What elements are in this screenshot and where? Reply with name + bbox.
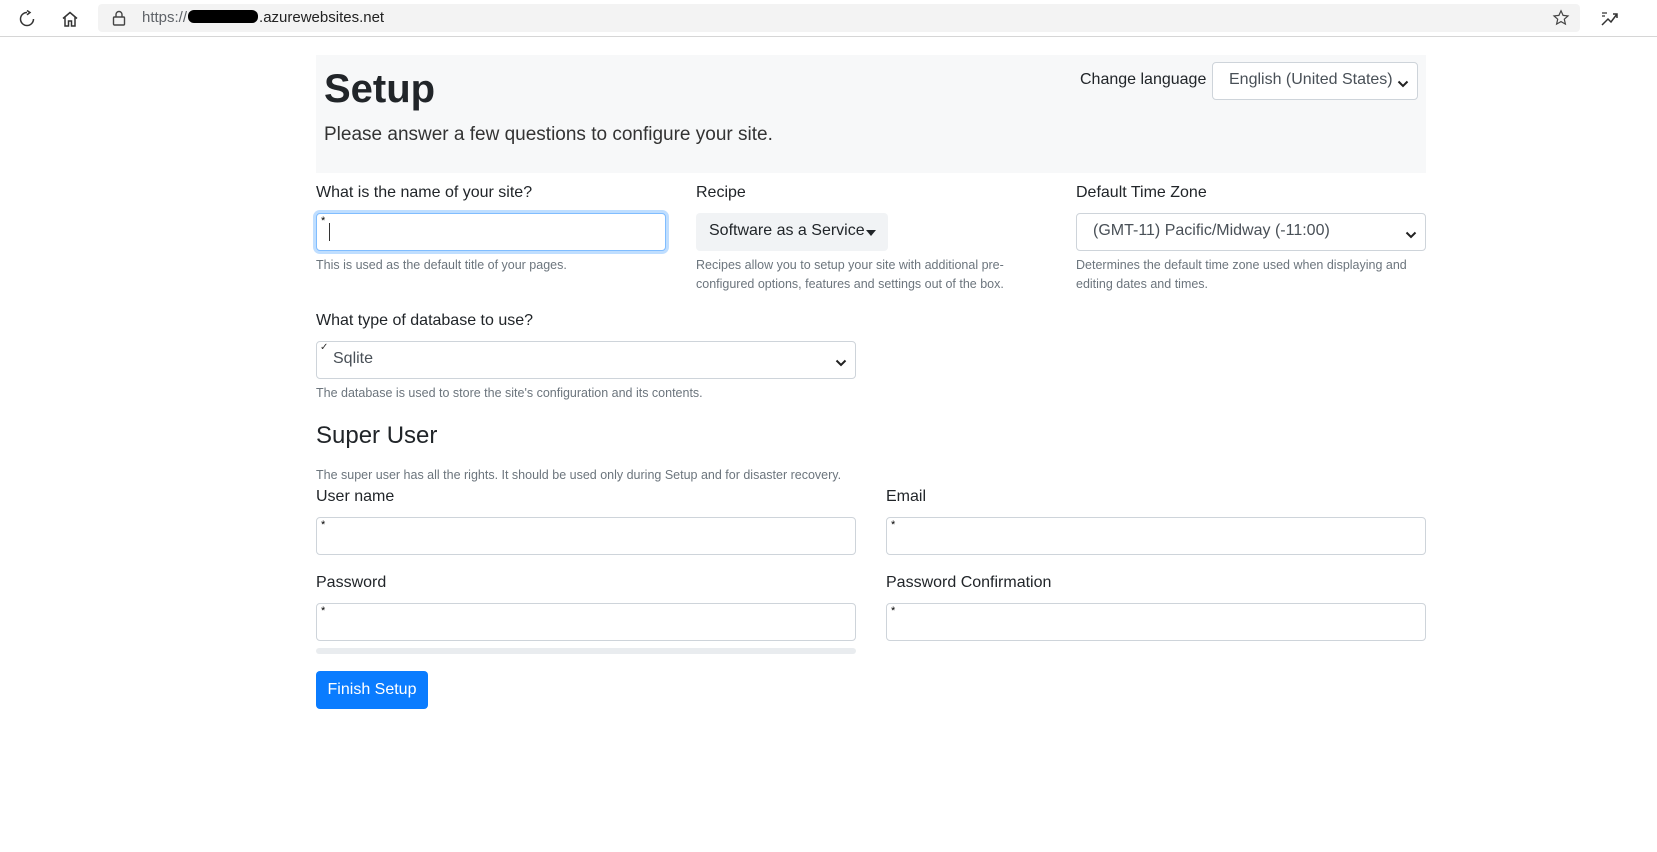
redacted-subdomain — [188, 10, 259, 23]
language-select[interactable]: English (United States) — [1212, 62, 1418, 100]
username-label: User name — [316, 488, 395, 505]
site-name-help: This is used as the default title of you… — [316, 258, 567, 272]
timezone-help: Determines the default time zone used wh… — [1076, 258, 1407, 291]
text-caret — [329, 223, 330, 241]
database-select-value: Sqlite — [333, 350, 374, 367]
star-icon[interactable] — [1552, 9, 1570, 32]
finish-setup-button[interactable]: Finish Setup — [316, 671, 428, 709]
timezone-label: Default Time Zone — [1076, 184, 1207, 201]
page-title: Setup — [324, 67, 436, 111]
recipe-dropdown-button[interactable]: Software as a Service — [696, 213, 888, 251]
timezone-select-value: (GMT-11) Pacific/Midway (-11:00) — [1093, 222, 1330, 239]
url-protocol: https:// — [142, 9, 188, 26]
username-input[interactable]: * — [316, 517, 856, 555]
caret-down-icon — [866, 230, 876, 236]
password-label: Password — [316, 574, 387, 591]
url-text: https:// .azurewebsites.net — [142, 9, 384, 26]
site-name-input[interactable]: * — [316, 213, 666, 251]
lock-icon — [112, 10, 126, 31]
setup-header: Setup Please answer a few questions to c… — [316, 55, 1426, 173]
language-select-value: English (United States) — [1229, 71, 1393, 88]
address-bar[interactable]: https:// .azurewebsites.net — [98, 4, 1580, 32]
password-strength-meter — [316, 648, 856, 654]
database-select[interactable]: ✓ Sqlite — [316, 341, 856, 379]
email-label: Email — [886, 488, 927, 505]
required-marker: * — [321, 605, 326, 617]
url-domain: .azurewebsites.net — [259, 9, 385, 26]
recipe-help: Recipes allow you to setup your site wit… — [696, 258, 1004, 291]
required-marker: * — [321, 519, 326, 531]
chevron-down-icon — [1397, 76, 1409, 94]
required-marker: * — [891, 519, 896, 531]
password-confirmation-input[interactable]: * — [886, 603, 1426, 641]
extensions-icon[interactable] — [1597, 6, 1623, 32]
language-label: Change language — [1080, 71, 1207, 88]
password-input[interactable]: * — [316, 603, 856, 641]
recipe-label: Recipe — [696, 184, 746, 201]
timezone-select[interactable]: (GMT-11) Pacific/Midway (-11:00) — [1076, 213, 1426, 251]
email-input[interactable]: * — [886, 517, 1426, 555]
site-name-label: What is the name of your site? — [316, 184, 533, 201]
password-confirmation-label: Password Confirmation — [886, 574, 1052, 591]
super-user-title: Super User — [316, 422, 438, 449]
database-help: The database is used to store the site's… — [316, 386, 703, 400]
database-label: What type of database to use? — [316, 312, 534, 329]
required-marker: * — [321, 215, 326, 227]
chevron-down-icon — [835, 355, 847, 373]
super-user-help: The super user has all the rights. It sh… — [316, 468, 842, 482]
recipe-button-label: Software as a Service — [709, 222, 865, 239]
required-marker: * — [891, 605, 896, 617]
page-lead: Please answer a few questions to configu… — [324, 124, 773, 145]
valid-check-icon: ✓ — [320, 342, 329, 353]
home-icon[interactable] — [57, 6, 83, 32]
browser-toolbar: https:// .azurewebsites.net — [0, 0, 1657, 37]
chevron-down-icon — [1405, 227, 1417, 245]
refresh-icon[interactable] — [14, 6, 40, 32]
